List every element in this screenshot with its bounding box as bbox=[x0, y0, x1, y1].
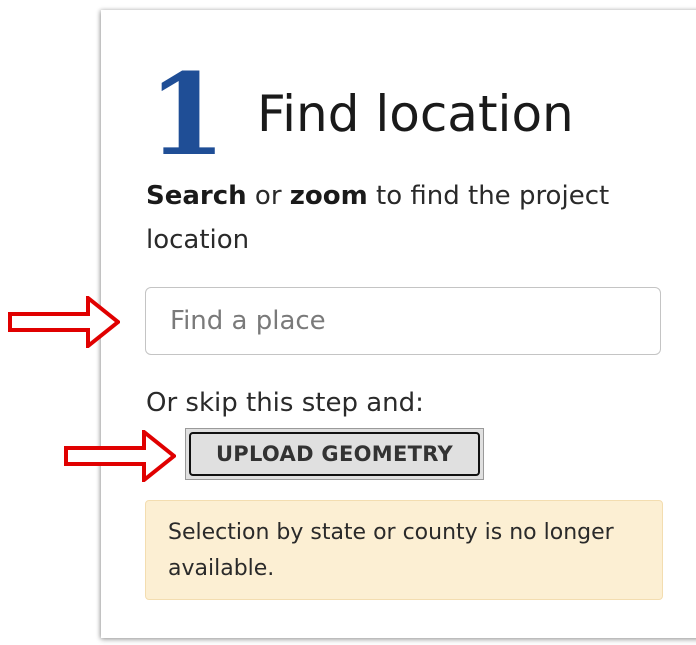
upload-geometry-button[interactable]: UPLOAD GEOMETRY bbox=[185, 428, 484, 480]
step-title: Find location bbox=[257, 85, 574, 143]
upload-geometry-label: UPLOAD GEOMETRY bbox=[189, 432, 480, 476]
screenshot-canvas: 1 Find location Search or zoom to find t… bbox=[0, 0, 696, 645]
instructions-search-word: Search bbox=[146, 181, 247, 211]
notice-alert: Selection by state or county is no longe… bbox=[145, 500, 663, 600]
instructions-or: or bbox=[246, 181, 290, 211]
arrow-right-icon bbox=[8, 296, 120, 348]
instructions-zoom-word: zoom bbox=[289, 181, 368, 211]
skip-step-text: Or skip this step and: bbox=[146, 388, 424, 418]
search-input[interactable] bbox=[145, 287, 661, 355]
instructions-text: Search or zoom to find the project locat… bbox=[146, 174, 676, 262]
arrow-right-icon bbox=[64, 430, 176, 482]
step-number: 1 bbox=[148, 50, 226, 181]
